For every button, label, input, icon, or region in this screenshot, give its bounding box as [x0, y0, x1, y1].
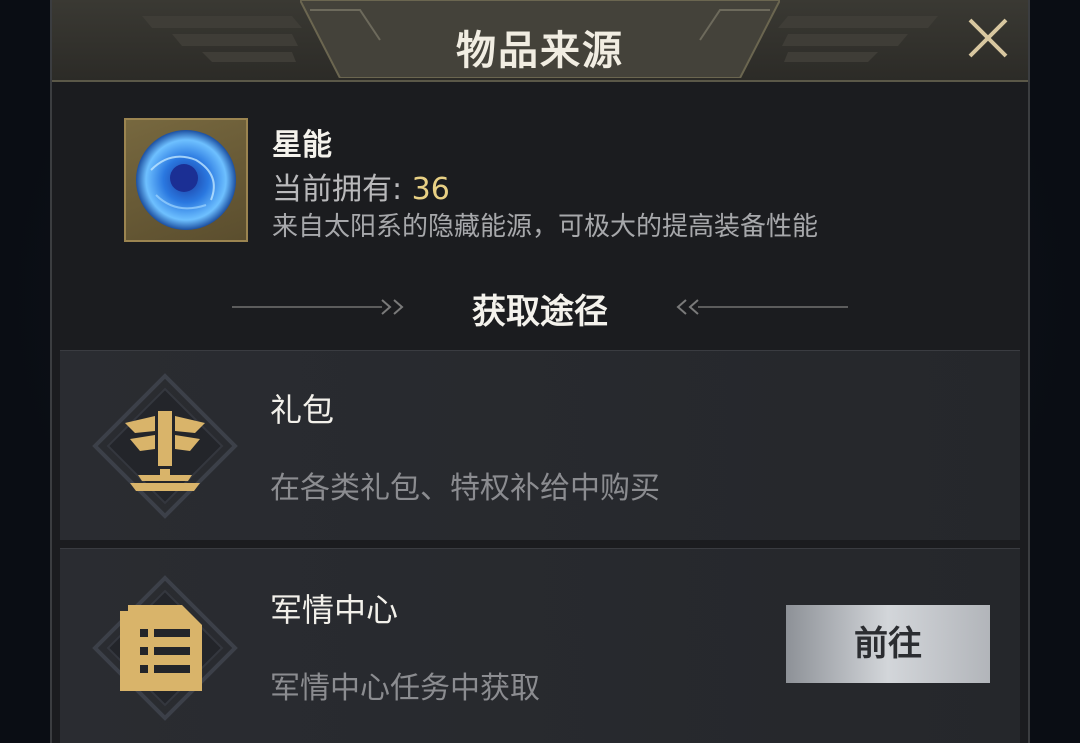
source-title-gift: 礼包 [270, 391, 335, 429]
source-desc-intel: 军情中心任务中获取 [270, 671, 540, 706]
source-title-intel: 军情中心 [270, 591, 399, 629]
owned-label: 当前拥有: [272, 172, 412, 207]
gift-pack-icon [92, 373, 238, 519]
item-name: 星能 [272, 128, 332, 163]
owned-count: 当前拥有: 36 [272, 164, 450, 208]
close-button[interactable] [964, 14, 1012, 62]
source-card-gift[interactable]: 礼包 在各类礼包、特权补给中购买 [60, 350, 1020, 540]
source-card-intel-center: 军情中心 军情中心任务中获取 前往 [60, 548, 1020, 743]
item-description: 来自太阳系的隐藏能源，可极大的提高装备性能 [272, 212, 819, 242]
acquire-methods-heading: 获取途径 [472, 292, 608, 332]
close-icon [968, 18, 1008, 58]
dialog-title: 物品来源 [456, 28, 624, 74]
energy-orb-icon [136, 130, 236, 230]
source-desc-gift: 在各类礼包、特权补给中购买 [270, 471, 660, 506]
dialog-header: 物品来源 [52, 0, 1028, 82]
item-icon-frame [124, 118, 248, 242]
owned-value: 36 [411, 172, 450, 207]
document-icon [92, 575, 238, 721]
item-source-dialog: 物品来源 星能 当前拥有: 36 来自太阳系的隐藏能源，可极大的提高装备性能 获… [50, 0, 1030, 743]
goto-button[interactable]: 前往 [786, 605, 990, 683]
divider-arrow-right [676, 299, 848, 315]
